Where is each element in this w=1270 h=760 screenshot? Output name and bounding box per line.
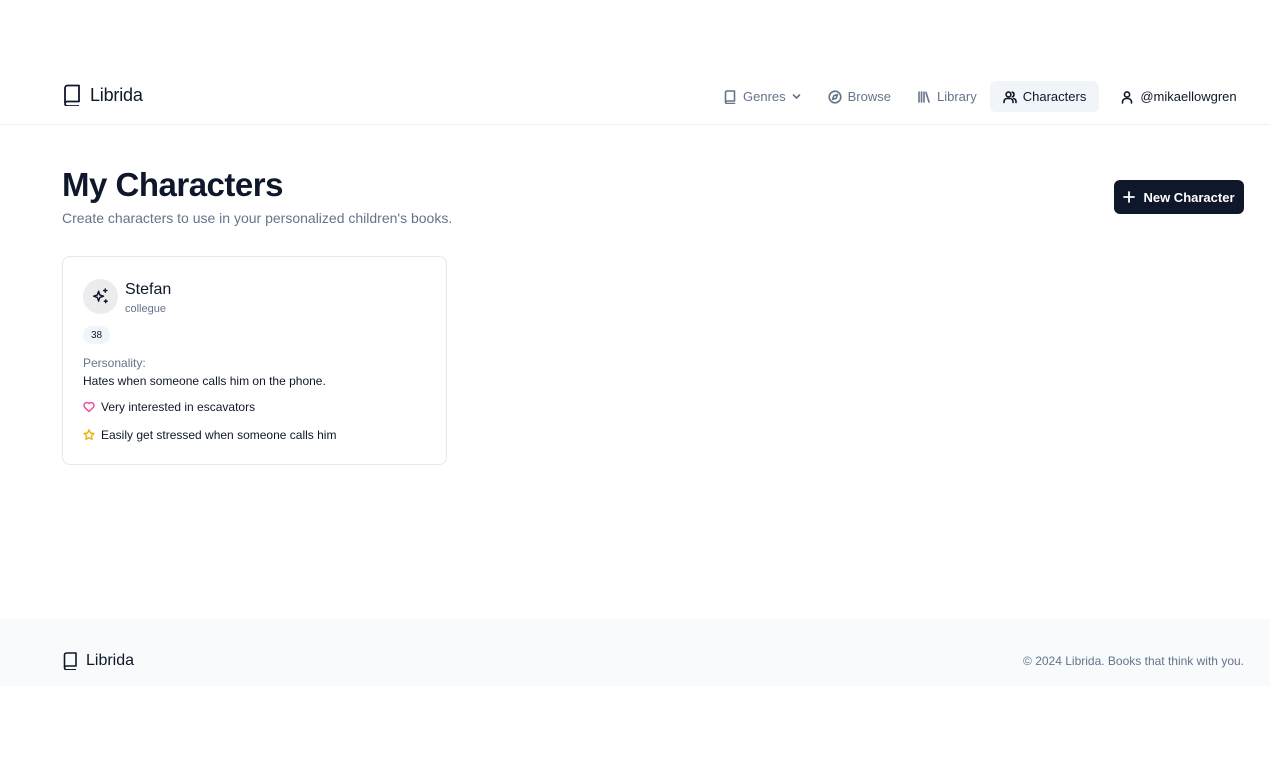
nav-characters[interactable]: Characters xyxy=(989,81,1100,112)
nav-browse[interactable]: Browse xyxy=(815,81,904,112)
sparkles-icon xyxy=(92,288,108,304)
nav-browse-label: Browse xyxy=(847,89,891,104)
site-header: Librida Genres Browse Library Characters… xyxy=(0,69,1270,125)
avatar xyxy=(83,279,118,314)
plus-icon xyxy=(1123,191,1136,203)
personality-text: Hates when someone calls him on the phon… xyxy=(83,374,326,388)
user-icon xyxy=(1122,90,1133,104)
age-badge: 38 xyxy=(83,326,111,344)
star-icon xyxy=(83,429,95,440)
character-card[interactable]: Stefan collegue 38 Personality: Hates wh… xyxy=(62,256,447,465)
nav-library-label: Library xyxy=(937,89,977,104)
nav-genres-label: Genres xyxy=(743,89,786,104)
character-role: collegue xyxy=(125,303,166,315)
footer-brand-name: Librida xyxy=(86,652,135,669)
trait-like: Very interested in escavators xyxy=(83,400,255,414)
site-footer: Librida © 2024 Librida. Books that think… xyxy=(0,619,1270,686)
book-icon xyxy=(724,89,736,104)
brand-logo[interactable]: Librida xyxy=(62,84,143,106)
users-icon xyxy=(1002,90,1017,103)
new-character-label: New Character xyxy=(1143,189,1235,205)
copyright-text: © 2024 Librida. Books that think with yo… xyxy=(1023,654,1244,668)
main-nav: Genres Browse Library Characters @mikael… xyxy=(710,81,1250,112)
nav-library[interactable]: Library xyxy=(904,81,990,112)
heart-icon xyxy=(83,401,95,413)
brand-name: Librida xyxy=(90,84,143,105)
compass-icon xyxy=(828,89,842,104)
user-menu[interactable]: @mikaellowgren xyxy=(1107,81,1249,112)
trait-like-text: Very interested in escavators xyxy=(101,400,256,414)
character-name: Stefan xyxy=(125,281,172,298)
trait-fear: Easily get stressed when someone calls h… xyxy=(83,428,336,442)
page-title: My Characters xyxy=(62,166,283,203)
book-icon xyxy=(64,84,80,106)
footer-brand[interactable]: Librida xyxy=(62,652,134,670)
new-character-button[interactable]: New Character xyxy=(1114,180,1244,214)
page-subtitle: Create characters to use in your persona… xyxy=(62,210,453,226)
book-icon xyxy=(63,652,77,670)
trait-fear-text: Easily get stressed when someone calls h… xyxy=(101,428,337,442)
nav-genres[interactable]: Genres xyxy=(710,81,815,112)
chevron-down-icon xyxy=(792,94,800,99)
nav-characters-label: Characters xyxy=(1022,89,1087,104)
library-icon xyxy=(918,90,930,103)
personality-label: Personality: xyxy=(83,356,146,370)
user-name: @mikaellowgren xyxy=(1140,89,1237,104)
